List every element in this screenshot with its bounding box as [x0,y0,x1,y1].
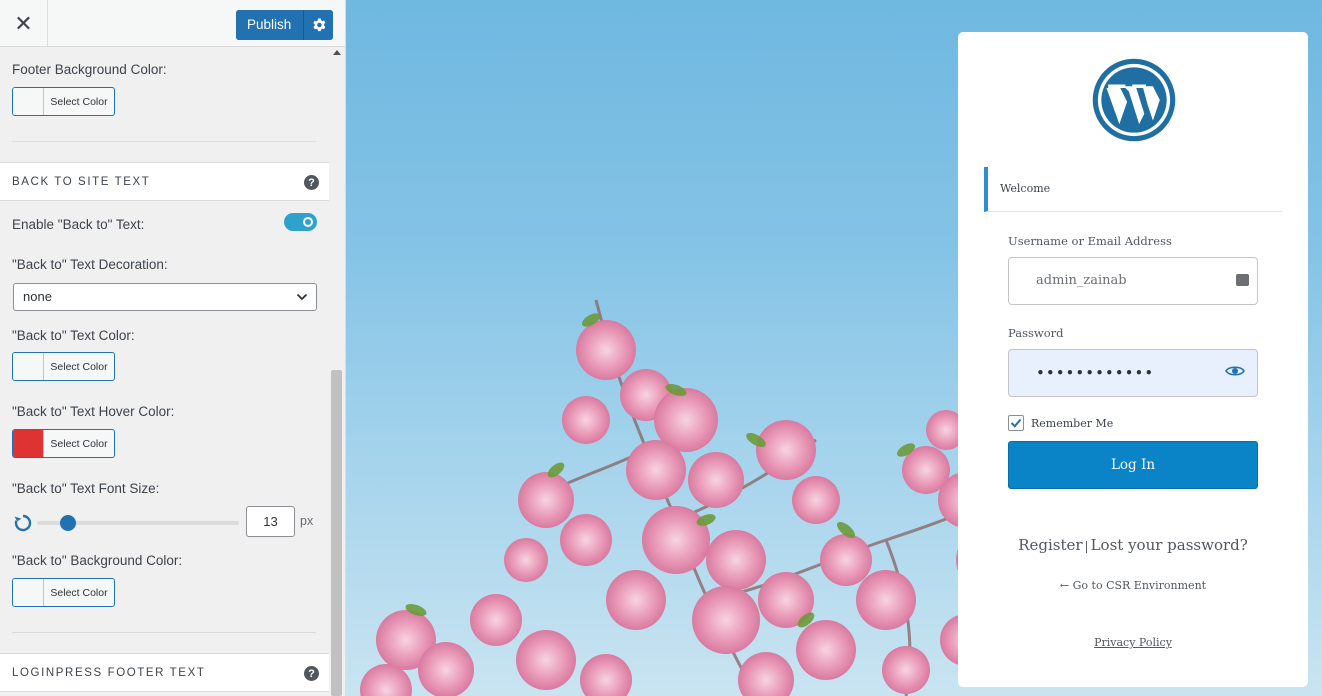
password-value: •••••••••••• [1036,364,1155,382]
section-title: LOGINPRESS FOOTER TEXT [12,667,206,679]
lost-password-link[interactable]: Lost your password? [1091,536,1248,554]
font-size-input[interactable]: 13 [246,506,295,537]
privacy-policy-link[interactable]: Privacy Policy [958,636,1308,649]
wordpress-logo[interactable] [1091,57,1177,143]
username-label: Username or Email Address [1008,234,1172,248]
password-input[interactable]: •••••••••••• [1008,349,1258,397]
section-title: BACK TO SITE TEXT [12,176,151,188]
gear-icon [313,18,326,32]
welcome-message: Welcome [984,167,1282,212]
publish-settings-button[interactable] [303,10,334,40]
select-color-label: Select Color [50,586,108,599]
help-icon[interactable]: ? [304,666,319,681]
link-separator: | [1084,539,1089,553]
reset-icon[interactable] [13,513,33,533]
divider [12,632,316,633]
footer-bg-color-button[interactable]: Select Color [12,87,115,116]
hover-color-label: "Back to" Text Hover Color: [12,404,175,419]
back-to-site-link[interactable]: ← Go to CSR Environment [958,579,1308,592]
login-links: Register | Lost your password? [958,536,1308,554]
customizer-sidebar: ✕ Publish Footer Background Color: Selec… [0,0,346,696]
username-input[interactable]: admin_zainab [1008,257,1258,315]
remember-me: Remember Me [1008,415,1113,431]
color-swatch-red [13,430,44,457]
login-card: Welcome Username or Email Address admin_… [958,32,1308,687]
bg-color-button[interactable]: Select Color [12,578,115,607]
select-color-label: Select Color [50,437,108,450]
eye-icon[interactable] [1225,364,1245,378]
sidebar-scrollbar[interactable] [329,48,345,696]
text-color-label: "Back to" Text Color: [12,328,135,343]
enable-back-to-label: Enable "Back to" Text: [12,217,145,232]
footer-bg-color-label: Footer Background Color: [12,62,167,77]
close-icon: ✕ [14,10,33,36]
text-decoration-select[interactable]: none [13,283,317,311]
help-icon[interactable]: ? [304,175,319,190]
close-button[interactable]: ✕ [0,0,48,47]
username-value: admin_zainab [1036,273,1127,288]
login-button[interactable]: Log In [1008,441,1258,489]
text-decoration-label: "Back to" Text Decoration: [12,257,168,272]
password-label: Password [1008,326,1064,340]
color-swatch [13,579,44,606]
welcome-text: Welcome [1000,182,1051,195]
login-preview: Welcome Username or Email Address admin_… [346,0,1322,696]
font-size-slider-thumb[interactable] [60,515,76,531]
color-swatch [13,353,44,380]
text-color-button[interactable]: Select Color [12,352,115,381]
remember-me-checkbox[interactable] [1008,415,1024,431]
customizer-header: ✕ Publish [0,0,345,47]
divider [12,141,316,142]
publish-button[interactable]: Publish [236,10,304,40]
chevron-down-icon [296,293,308,301]
password-manager-icon[interactable] [1236,269,1249,315]
color-swatch [13,88,44,115]
scroll-up-arrow-icon[interactable] [333,50,341,55]
checkmark-icon [1010,418,1022,428]
font-size-label: "Back to" Text Font Size: [12,481,160,496]
toggle-knob [303,217,313,227]
section-loginpress-footer-text[interactable]: LOGINPRESS FOOTER TEXT ? [0,653,329,692]
section-back-to-site-text[interactable]: BACK TO SITE TEXT ? [0,162,329,201]
enable-back-to-toggle[interactable] [284,213,317,231]
bg-color-label: "Back to" Background Color: [12,553,183,568]
select-color-label: Select Color [50,360,108,373]
publish-group: Publish [236,10,334,40]
remember-me-label: Remember Me [1031,416,1114,430]
unit-label: px [300,514,314,528]
select-color-label: Select Color [50,95,108,108]
scroll-thumb[interactable] [331,370,342,696]
hover-color-button[interactable]: Select Color [12,429,115,458]
text-decoration-value: none [23,289,52,304]
register-link[interactable]: Register [1018,536,1082,554]
